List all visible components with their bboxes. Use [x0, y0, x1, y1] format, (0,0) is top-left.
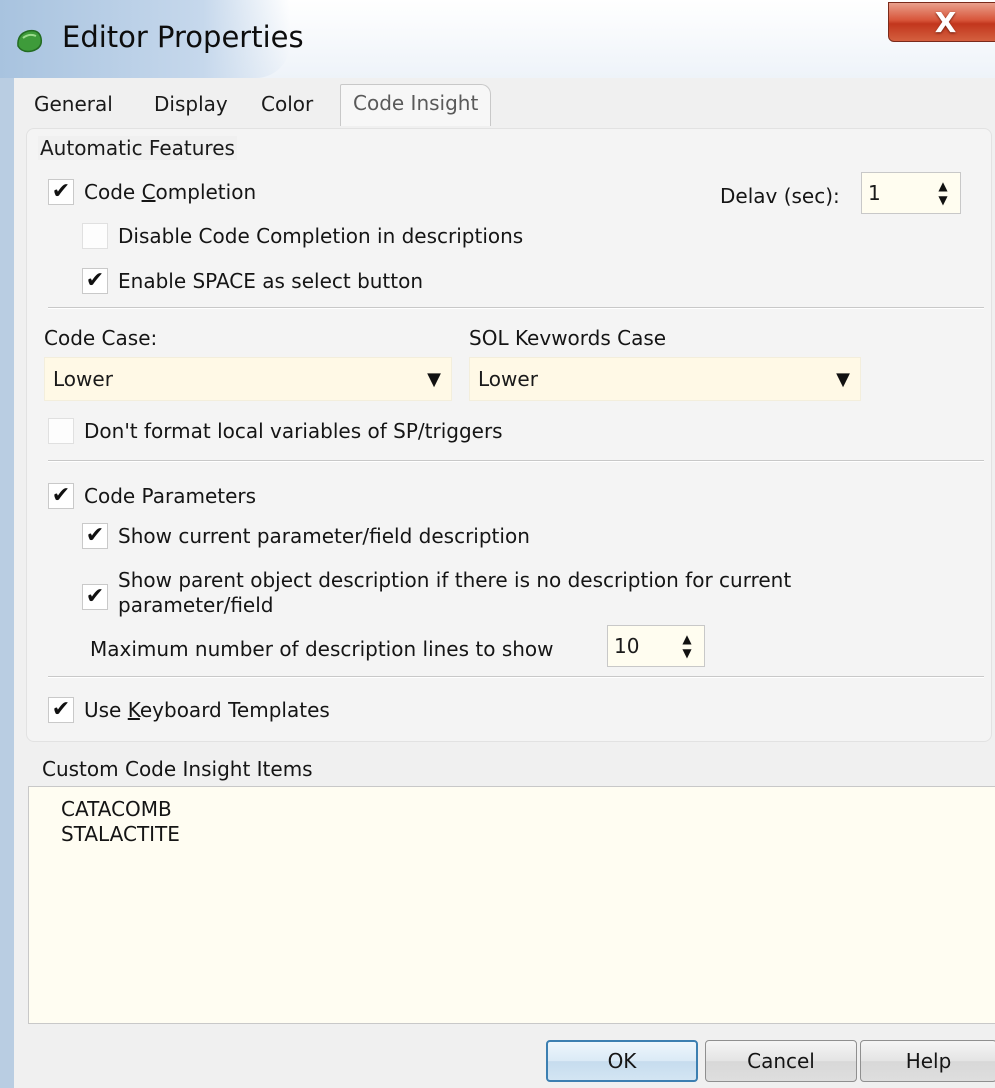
- separator: [48, 676, 984, 678]
- tab-display[interactable]: Display: [154, 92, 228, 116]
- delay-value[interactable]: 1: [862, 181, 926, 205]
- spin-up-icon[interactable]: ▲: [682, 632, 691, 646]
- max-lines-value[interactable]: 10: [608, 634, 670, 658]
- code-parameters-label: Code Parameters: [84, 484, 257, 508]
- sql-keywords-case-select[interactable]: Lower ▼: [469, 357, 861, 401]
- delay-label: Delav (sec):: [720, 184, 840, 208]
- sql-keywords-case-value: Lower: [478, 367, 538, 391]
- dont-format-locals-checkbox[interactable]: Don't format local variables of SP/trigg…: [48, 418, 503, 444]
- code-completion-label: Code Completion: [84, 180, 257, 204]
- spin-down-icon[interactable]: ▼: [938, 193, 947, 207]
- help-button[interactable]: Help: [860, 1040, 995, 1082]
- show-current-param-label: Show current parameter/field description: [118, 524, 530, 548]
- close-icon: X: [934, 5, 957, 39]
- cancel-button[interactable]: Cancel: [705, 1040, 857, 1082]
- check-icon: ✔: [48, 483, 74, 509]
- editor-properties-window: Editor Properties X General Display Colo…: [0, 0, 995, 1088]
- checkbox-box: [48, 418, 74, 444]
- ok-button[interactable]: OK: [546, 1040, 698, 1082]
- tab-general[interactable]: General: [34, 92, 113, 116]
- chevron-down-icon[interactable]: ▼: [417, 369, 451, 390]
- title-bar[interactable]: Editor Properties X: [0, 0, 995, 78]
- separator: [48, 307, 984, 309]
- tab-bar: General Display Color Code Insight: [14, 80, 994, 126]
- keyboard-templates-label: Use Keyboard Templates: [84, 698, 330, 722]
- tab-code-insight[interactable]: Code Insight: [340, 84, 492, 126]
- sql-keywords-case-label: SOL Kevwords Case: [469, 326, 667, 350]
- show-parent-desc-label: Show parent object description if there …: [118, 568, 792, 617]
- max-lines-label: Maximum number of description lines to s…: [90, 637, 554, 661]
- enable-space-label: Enable SPACE as select button: [118, 269, 424, 293]
- check-icon: ✔: [82, 584, 108, 610]
- check-icon: ✔: [82, 268, 108, 294]
- code-case-select[interactable]: Lower ▼: [44, 357, 452, 401]
- dont-format-locals-label: Don't format local variables of SP/trigg…: [84, 419, 503, 443]
- show-parent-desc-checkbox[interactable]: ✔ Show parent object description if ther…: [82, 568, 791, 618]
- keyboard-templates-checkbox[interactable]: ✔ Use Keyboard Templates: [48, 697, 330, 723]
- max-lines-spinner[interactable]: 10 ▲ ▼: [607, 625, 705, 667]
- code-case-value: Lower: [53, 367, 113, 391]
- spin-up-icon[interactable]: ▲: [938, 179, 947, 193]
- automatic-features-legend: Automatic Features: [38, 136, 237, 160]
- check-icon: ✔: [48, 179, 74, 205]
- window-title: Editor Properties: [62, 20, 304, 54]
- delay-spinner[interactable]: 1 ▲ ▼: [861, 172, 961, 214]
- chevron-down-icon[interactable]: ▼: [826, 369, 860, 390]
- custom-items-label: Custom Code Insight Items: [42, 757, 313, 781]
- enable-space-checkbox[interactable]: ✔ Enable SPACE as select button: [82, 268, 423, 294]
- separator: [48, 460, 984, 462]
- code-parameters-checkbox[interactable]: ✔ Code Parameters: [48, 483, 256, 509]
- disable-code-completion-checkbox[interactable]: Disable Code Completion in descriptions: [82, 223, 523, 249]
- list-item[interactable]: CATACOMB: [61, 797, 995, 822]
- tab-color[interactable]: Color: [261, 92, 313, 116]
- close-button[interactable]: X: [888, 2, 995, 42]
- spinner-arrows[interactable]: ▲ ▼: [926, 173, 960, 213]
- spinner-arrows[interactable]: ▲ ▼: [670, 626, 704, 666]
- disable-code-completion-label: Disable Code Completion in descriptions: [118, 224, 524, 248]
- list-item[interactable]: STALACTITE: [61, 822, 995, 847]
- code-completion-checkbox[interactable]: ✔ Code Completion: [48, 179, 256, 205]
- app-icon: [17, 29, 43, 53]
- check-icon: ✔: [82, 523, 108, 549]
- show-current-param-checkbox[interactable]: ✔ Show current parameter/field descripti…: [82, 523, 530, 549]
- checkbox-box: [82, 223, 108, 249]
- custom-items-list[interactable]: CATACOMB STALACTITE: [28, 786, 995, 1024]
- spin-down-icon[interactable]: ▼: [682, 646, 691, 660]
- check-icon: ✔: [48, 697, 74, 723]
- code-case-label: Code Case:: [44, 326, 158, 350]
